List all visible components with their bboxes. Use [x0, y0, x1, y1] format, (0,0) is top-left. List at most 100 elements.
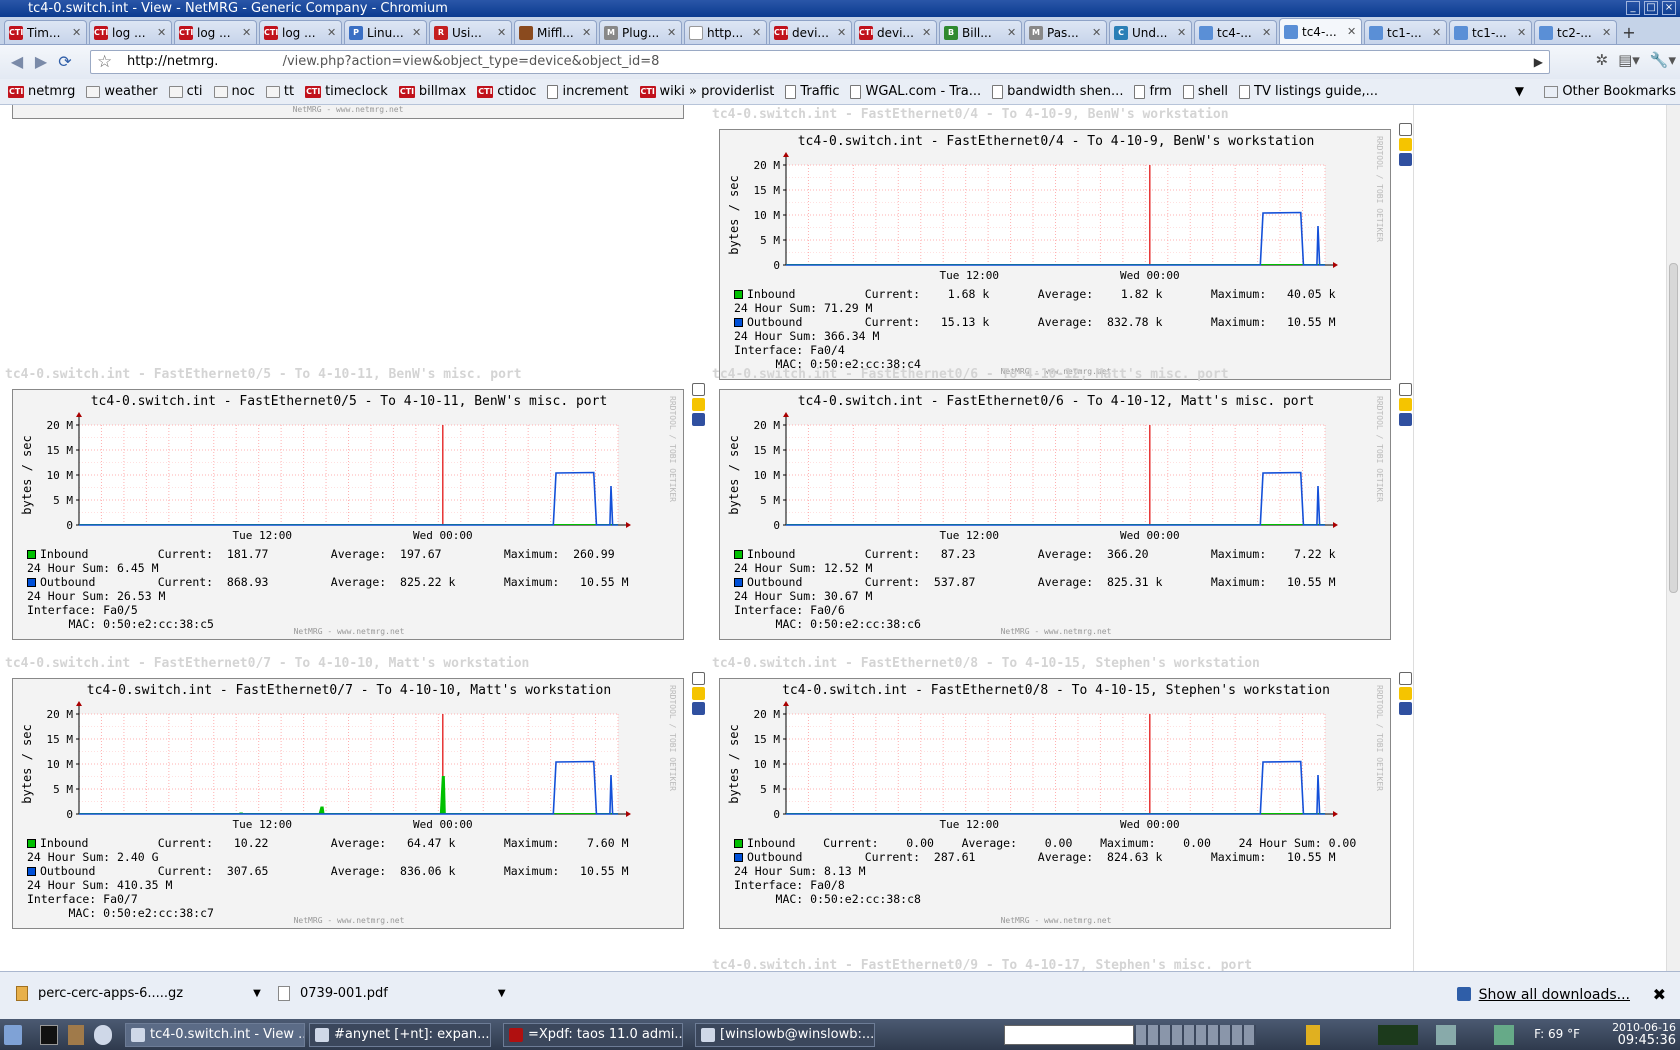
network-icon[interactable]	[1494, 1025, 1514, 1045]
traffic-graph[interactable]: tc4-0.switch.int - FastEthernet0/4 - To …	[719, 129, 1391, 380]
tab-item[interactable]: M Pas... ✕	[1024, 20, 1107, 44]
bookmark-item[interactable]: frm	[1134, 84, 1172, 99]
bookmark-item[interactable]: noc	[213, 84, 255, 99]
bookmarks-overflow-icon[interactable]: ▼	[1515, 84, 1524, 98]
bookmark-item[interactable]: CTI wiki » providerlist	[639, 84, 774, 99]
traffic-graph[interactable]: tc4-0.switch.int - FastEthernet0/8 - To …	[719, 678, 1391, 929]
history-icon[interactable]	[1399, 413, 1412, 426]
taskbar-window-button[interactable]: [winslowb@winslowb:...	[695, 1023, 875, 1047]
tab-close-icon[interactable]: ✕	[1177, 26, 1187, 39]
download-item[interactable]: 0739-001.pdf ▼	[278, 986, 506, 1001]
view-graph-icon[interactable]	[1399, 383, 1412, 396]
tab-close-icon[interactable]: ✕	[157, 26, 167, 39]
bookmark-star-icon[interactable]: ☆	[97, 51, 112, 73]
tab-item[interactable]: tc2-... ✕	[1534, 20, 1617, 44]
tab-item[interactable]: Miffl... ✕	[514, 20, 597, 44]
chevron-down-icon[interactable]: ▼	[253, 988, 261, 999]
traffic-graph[interactable]: tc4-0.switch.int - FastEthernet0/5 - To …	[12, 389, 684, 640]
minimize-button[interactable]: _	[1626, 1, 1640, 15]
tab-close-icon[interactable]: ✕	[1347, 25, 1357, 38]
page-menu-icon[interactable]: ▤▾	[1618, 51, 1640, 69]
tab-close-icon[interactable]: ✕	[497, 26, 507, 39]
bookmark-item[interactable]: increment	[547, 84, 629, 99]
close-window-button[interactable]: ×	[1662, 1, 1676, 15]
tab-close-icon[interactable]: ✕	[412, 26, 422, 39]
tab-item[interactable]: R Usi... ✕	[429, 20, 512, 44]
bookmark-item[interactable]: tt	[265, 84, 294, 99]
browser-launcher-icon[interactable]	[94, 1025, 112, 1045]
tab-item[interactable]: CTI log ... ✕	[259, 20, 342, 44]
taskbar-window-button[interactable]: tc4-0.switch.int - View ...	[125, 1023, 305, 1047]
reload-button[interactable]: ⟳	[54, 51, 76, 73]
tab-close-icon[interactable]: ✕	[1602, 26, 1612, 39]
new-tab-button[interactable]: +	[1619, 24, 1639, 44]
bookmark-item[interactable]: WGAL.com - Tra...	[850, 84, 981, 99]
bookmark-item[interactable]: cti	[168, 84, 203, 99]
taskbar-window-button[interactable]: #anynet [+nt]: expan...	[309, 1023, 491, 1047]
tab-close-icon[interactable]: ✕	[242, 26, 252, 39]
other-bookmarks[interactable]: Other Bookmarks	[1544, 84, 1676, 99]
tab-close-icon[interactable]: ✕	[582, 26, 592, 39]
tab-item[interactable]: tc1-... ✕	[1449, 20, 1532, 44]
scrollbar-thumb[interactable]	[1669, 263, 1678, 593]
extension-icon[interactable]: ✲	[1596, 51, 1609, 69]
tab-close-icon[interactable]: ✕	[837, 26, 847, 39]
tab-close-icon[interactable]: ✕	[327, 26, 337, 39]
tab-close-icon[interactable]: ✕	[72, 26, 82, 39]
terminal-icon[interactable]	[40, 1025, 58, 1045]
view-graph-icon[interactable]	[1399, 123, 1412, 136]
maximize-button[interactable]: □	[1644, 1, 1658, 15]
tab-close-icon[interactable]: ✕	[1432, 26, 1442, 39]
workspace-pager[interactable]	[1136, 1025, 1256, 1045]
download-item[interactable]: perc-cerc-apps-6.....gz ▼	[16, 986, 261, 1001]
go-arrow-icon[interactable]: ▶	[1534, 51, 1543, 73]
history-icon[interactable]	[692, 702, 705, 715]
bookmark-item[interactable]: TV listings guide,...	[1239, 84, 1378, 99]
tab-close-icon[interactable]: ✕	[667, 26, 677, 39]
zoom-icon[interactable]	[692, 398, 705, 411]
tray-input[interactable]	[1004, 1025, 1134, 1045]
tools-icon[interactable]	[68, 1025, 84, 1045]
bookmark-item[interactable]: CTI ctidoc	[477, 84, 536, 99]
start-menu-icon[interactable]	[4, 1025, 22, 1045]
tab-close-icon[interactable]: ✕	[1517, 26, 1527, 39]
zoom-icon[interactable]	[692, 687, 705, 700]
history-icon[interactable]	[692, 413, 705, 426]
zoom-icon[interactable]	[1399, 138, 1412, 151]
tab-item[interactable]: CTI log ... ✕	[174, 20, 257, 44]
settings-icon[interactable]	[1436, 1025, 1456, 1045]
view-graph-icon[interactable]	[1399, 672, 1412, 685]
tab-close-icon[interactable]: ✕	[752, 26, 762, 39]
history-icon[interactable]	[1399, 153, 1412, 166]
tab-item[interactable]: tc4-... ✕	[1279, 18, 1362, 44]
bookmark-item[interactable]: Traffic	[785, 84, 839, 99]
tab-close-icon[interactable]: ✕	[1092, 26, 1102, 39]
zoom-icon[interactable]	[1399, 398, 1412, 411]
address-bar[interactable]: ☆ http://netmrg. /view.php?action=view&o…	[90, 50, 1550, 74]
tab-item[interactable]: CTI devi... ✕	[769, 20, 852, 44]
traffic-graph[interactable]: tc4-0.switch.int - FastEthernet0/7 - To …	[12, 678, 684, 929]
bookmark-item[interactable]: CTI netmrg	[8, 84, 75, 99]
taskbar-window-button[interactable]: =Xpdf: taos 11.0 admi...	[503, 1023, 683, 1047]
tab-item[interactable]: CTI devi... ✕	[854, 20, 937, 44]
back-button[interactable]: ◀	[6, 51, 28, 73]
close-icon[interactable]: ✖	[1653, 985, 1666, 1004]
tab-item[interactable]: P Linu... ✕	[344, 20, 427, 44]
tab-item[interactable]: M Plug... ✕	[599, 20, 682, 44]
tab-item[interactable]: CTI Tim... ✕	[4, 20, 87, 44]
history-icon[interactable]	[1399, 702, 1412, 715]
vertical-scrollbar[interactable]	[1666, 105, 1680, 971]
tab-item[interactable]: B Bill... ✕	[939, 20, 1022, 44]
bookmark-item[interactable]: CTI timeclock	[305, 84, 388, 99]
traffic-graph[interactable]: tc4-0.switch.int - FastEthernet0/6 - To …	[719, 389, 1391, 640]
tab-item[interactable]: http... ✕	[684, 20, 767, 44]
tab-item[interactable]: CTI log ... ✕	[89, 20, 172, 44]
bookmark-item[interactable]: bandwidth shen...	[992, 84, 1123, 99]
chevron-down-icon[interactable]: ▼	[498, 988, 506, 999]
forward-button[interactable]: ▶	[30, 51, 52, 73]
bookmark-item[interactable]: CTI billmax	[398, 84, 466, 99]
bookmark-item[interactable]: weather	[86, 84, 158, 99]
tab-item[interactable]: tc1-... ✕	[1364, 20, 1447, 44]
tab-close-icon[interactable]: ✕	[922, 26, 932, 39]
wrench-menu-icon[interactable]: 🔧▾	[1650, 51, 1676, 69]
